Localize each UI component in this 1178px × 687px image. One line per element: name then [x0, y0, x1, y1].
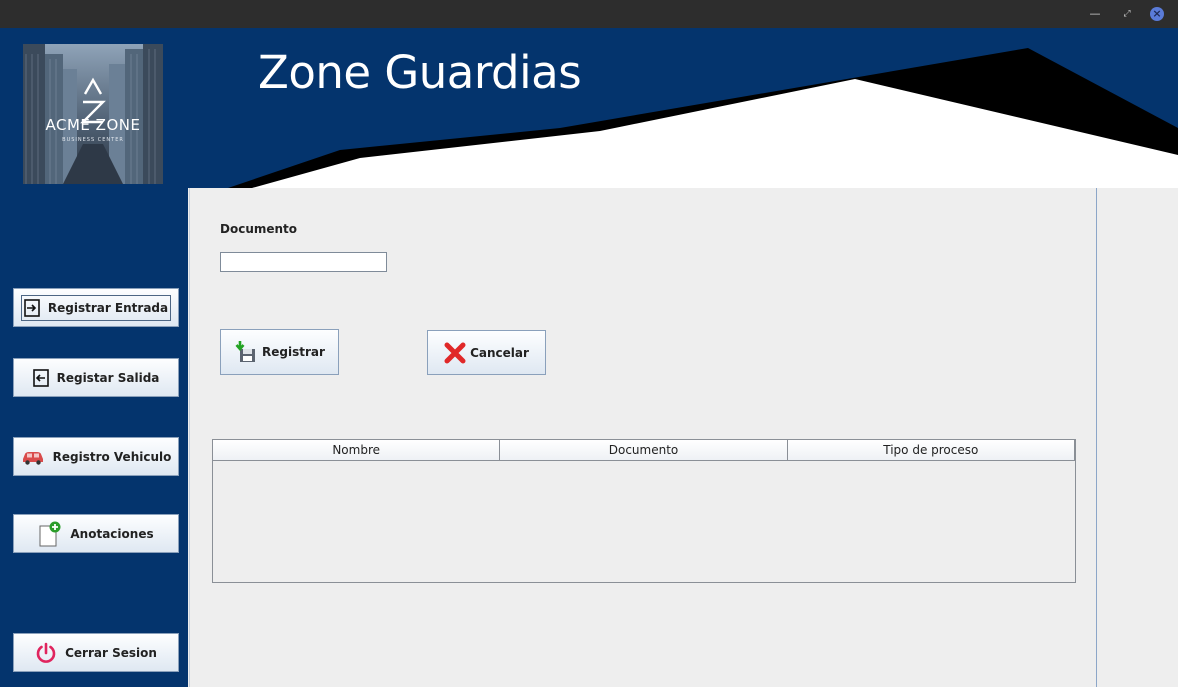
- save-download-icon: [234, 340, 258, 364]
- minimize-button[interactable]: —: [1087, 6, 1103, 22]
- sidebar-item-label: Anotaciones: [70, 526, 154, 541]
- sidebar-item-registro-vehiculo[interactable]: Registro Vehiculo: [13, 437, 179, 476]
- logo-city-image: [23, 44, 163, 184]
- document-input[interactable]: [220, 252, 387, 272]
- app-title: Zone Guardias: [258, 46, 582, 99]
- company-logo: ACME ZONE BUSINESS CENTER: [23, 44, 163, 184]
- register-button[interactable]: Registrar: [220, 329, 339, 375]
- sidebar-item-registar-salida[interactable]: Registar Salida: [13, 358, 179, 397]
- window-titlebar: — ⤢ ×: [0, 0, 1178, 28]
- right-strip: [1098, 188, 1178, 687]
- sidebar-item-label: Registro Vehiculo: [52, 449, 172, 464]
- header-swoosh: [228, 48, 1178, 188]
- sidebar-item-label: Registar Salida: [56, 370, 160, 385]
- logo-name: ACME ZONE: [45, 116, 141, 134]
- sidebar-item-label: Cerrar Sesion: [65, 645, 157, 660]
- logout-arrow-icon: [32, 368, 49, 387]
- maximize-button[interactable]: ⤢: [1119, 6, 1135, 22]
- power-icon: [35, 642, 57, 664]
- cancel-button[interactable]: Cancelar: [427, 330, 546, 375]
- column-header-tipo-de-proceso[interactable]: Tipo de proceso: [787, 440, 1075, 460]
- table-header: Nombre Documento Tipo de proceso: [213, 440, 1075, 461]
- document-label: Documento: [220, 222, 298, 236]
- sidebar-item-label: Registrar Entrada: [47, 300, 169, 315]
- header-banner: Zone Guardias ACME ZONE BUSINESS CENTER: [0, 28, 1178, 188]
- sidebar-item-registrar-entrada[interactable]: Registrar Entrada: [13, 288, 179, 327]
- sidebar-item-anotaciones[interactable]: Anotaciones: [13, 514, 179, 553]
- sidebar-item-cerrar-sesion[interactable]: Cerrar Sesion: [13, 633, 179, 672]
- logo-tagline: BUSINESS CENTER: [62, 137, 124, 143]
- close-button[interactable]: ×: [1150, 7, 1164, 21]
- red-x-icon: [444, 342, 466, 364]
- cancel-button-label: Cancelar: [470, 345, 529, 360]
- login-arrow-icon: [24, 298, 40, 317]
- register-button-label: Registrar: [262, 345, 325, 359]
- column-header-nombre[interactable]: Nombre: [213, 440, 501, 460]
- car-icon: [21, 449, 45, 465]
- column-header-documento[interactable]: Documento: [500, 440, 788, 460]
- table-body[interactable]: [213, 461, 1075, 582]
- add-note-icon: [38, 521, 62, 547]
- sidebar-item-focus-ring: Registrar Entrada: [20, 294, 172, 321]
- records-table[interactable]: Nombre Documento Tipo de proceso: [212, 439, 1076, 583]
